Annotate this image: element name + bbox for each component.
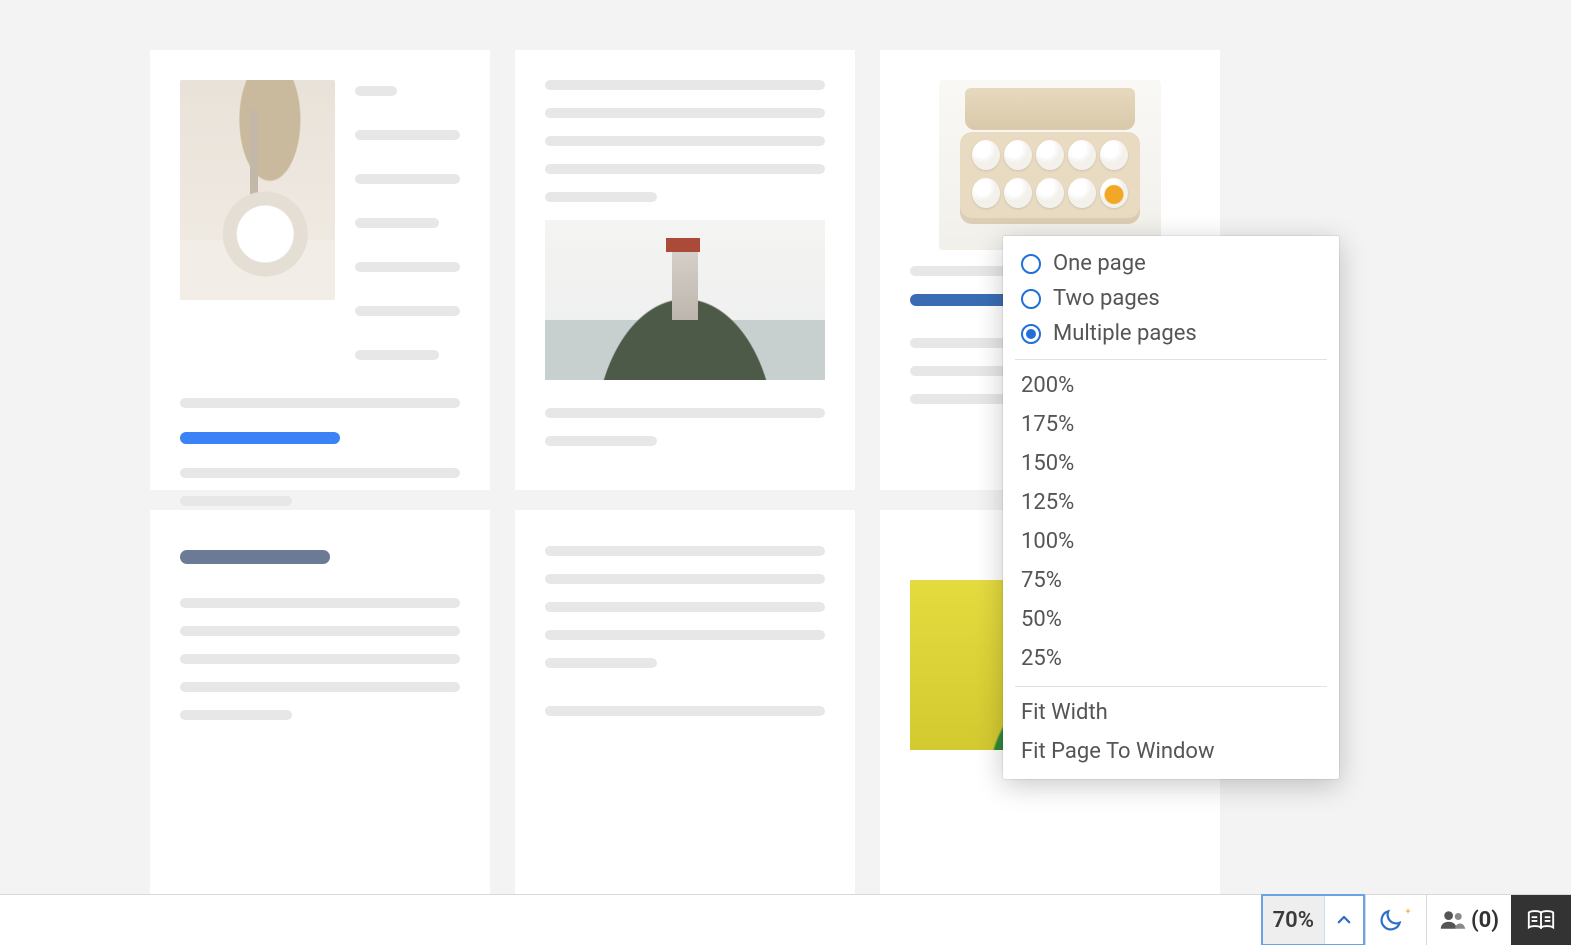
- zoom-menu-toggle[interactable]: [1324, 896, 1363, 944]
- menu-item-label: 200%: [1021, 373, 1074, 398]
- menu-item-label: 175%: [1021, 412, 1074, 437]
- menu-item-label: 125%: [1021, 490, 1074, 515]
- sparkle-icon: [1402, 907, 1414, 919]
- text-placeholder: [545, 706, 825, 716]
- text-placeholder: [545, 136, 825, 146]
- text-placeholder: [180, 626, 460, 636]
- text-placeholder: [180, 398, 460, 408]
- zoom-level-option[interactable]: 125%: [1003, 483, 1339, 522]
- zoom-level-option[interactable]: 75%: [1003, 561, 1339, 600]
- status-bar: 70% (0): [0, 894, 1571, 945]
- menu-item-label: 75%: [1021, 568, 1062, 593]
- moon-icon: [1378, 907, 1404, 933]
- page-thumbnail[interactable]: [150, 510, 490, 895]
- text-placeholder: [180, 682, 460, 692]
- menu-separator: [1015, 359, 1327, 360]
- zoom-control[interactable]: 70%: [1261, 894, 1365, 945]
- night-mode-button[interactable]: [1366, 895, 1426, 945]
- menu-item-label: 50%: [1021, 607, 1062, 632]
- chevron-up-icon: [1335, 911, 1353, 929]
- page-thumbnail[interactable]: [150, 50, 490, 490]
- text-placeholder: [180, 496, 292, 506]
- menu-item-label: Two pages: [1053, 286, 1160, 311]
- users-icon: [1439, 908, 1467, 932]
- text-placeholder: [545, 408, 825, 418]
- text-placeholder: [180, 654, 460, 664]
- collaborators-button[interactable]: (0): [1427, 895, 1511, 945]
- page-image-vase: [180, 80, 335, 300]
- text-placeholder: [355, 130, 460, 140]
- text-placeholder: [545, 436, 657, 446]
- text-placeholder: [545, 602, 825, 612]
- text-placeholder: [545, 630, 825, 640]
- reader-mode-button[interactable]: [1511, 895, 1571, 945]
- highlighted-text: [180, 432, 340, 444]
- zoom-value[interactable]: 70%: [1263, 896, 1324, 944]
- menu-item-label: 25%: [1021, 646, 1062, 671]
- text-placeholder: [355, 262, 460, 272]
- zoom-level-option[interactable]: 175%: [1003, 405, 1339, 444]
- zoom-menu[interactable]: One page Two pages Multiple pages 200% 175%…: [1003, 236, 1339, 779]
- text-placeholder: [545, 80, 825, 90]
- text-placeholder: [180, 598, 460, 608]
- page-mode-option[interactable]: One page: [1003, 246, 1339, 281]
- page-mode-option[interactable]: Two pages: [1003, 281, 1339, 316]
- menu-item-label: Fit Page To Window: [1021, 739, 1215, 764]
- page-thumbnail[interactable]: [515, 50, 855, 490]
- collaborators-count: (0): [1471, 908, 1499, 933]
- text-placeholder: [545, 658, 657, 668]
- radio-unselected-icon: [1021, 254, 1041, 274]
- text-placeholder: [355, 350, 439, 360]
- radio-selected-icon: [1021, 324, 1041, 344]
- zoom-level-option[interactable]: 25%: [1003, 639, 1339, 678]
- text-placeholder: [180, 710, 292, 720]
- book-open-icon: [1526, 908, 1556, 932]
- text-placeholder: [355, 86, 397, 96]
- text-placeholder: [545, 108, 825, 118]
- radio-unselected-icon: [1021, 289, 1041, 309]
- fit-option[interactable]: Fit Width: [1003, 693, 1339, 732]
- text-placeholder: [180, 468, 460, 478]
- menu-item-label: Fit Width: [1021, 700, 1108, 725]
- zoom-level-option[interactable]: 100%: [1003, 522, 1339, 561]
- zoom-level-option[interactable]: 150%: [1003, 444, 1339, 483]
- text-placeholder: [355, 174, 460, 184]
- menu-item-label: 150%: [1021, 451, 1074, 476]
- zoom-level-option[interactable]: 50%: [1003, 600, 1339, 639]
- text-placeholder: [545, 192, 657, 202]
- text-placeholder: [545, 574, 825, 584]
- fit-option[interactable]: Fit Page To Window: [1003, 732, 1339, 771]
- text-placeholder: [355, 306, 460, 316]
- text-placeholder: [355, 218, 439, 228]
- text-placeholder: [545, 546, 825, 556]
- page-mode-option[interactable]: Multiple pages: [1003, 316, 1339, 351]
- menu-item-label: 100%: [1021, 529, 1074, 554]
- zoom-level-option[interactable]: 200%: [1003, 366, 1339, 405]
- menu-item-label: Multiple pages: [1053, 321, 1197, 346]
- menu-item-label: One page: [1053, 251, 1146, 276]
- page-image-egg-carton: [939, 80, 1161, 250]
- page-thumbnail[interactable]: [515, 510, 855, 895]
- menu-separator: [1015, 686, 1327, 687]
- text-placeholder: [545, 164, 825, 174]
- subheading-placeholder: [180, 550, 330, 564]
- page-image-lighthouse: [545, 220, 825, 380]
